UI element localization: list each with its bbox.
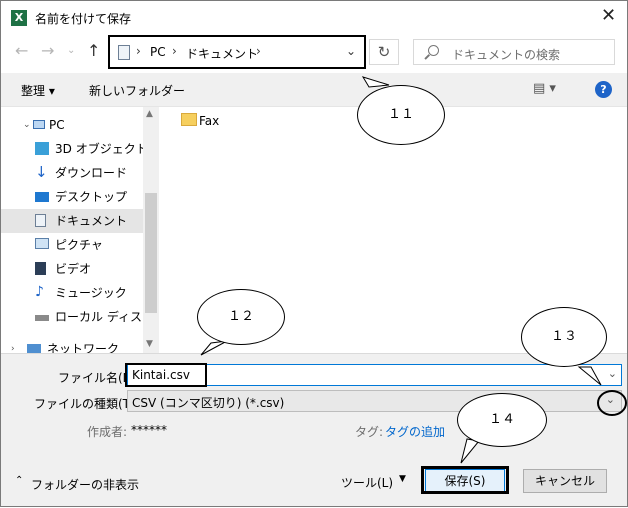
- callout-12: １２: [197, 289, 285, 345]
- forward-arrow-icon[interactable]: →: [41, 41, 54, 60]
- back-arrow-icon[interactable]: ←: [15, 41, 28, 60]
- nav-scrollbar[interactable]: ▲ ▼: [143, 107, 159, 353]
- video-icon: [35, 262, 46, 275]
- save-as-dialog: X 名前を付けて保存 ✕ ← → ⌄ ↑ › PC › ドキュメント › ⌄ ↻…: [0, 0, 628, 507]
- search-placeholder: ドキュメントの検索: [452, 48, 561, 62]
- tags-value[interactable]: タグの追加: [385, 423, 445, 440]
- chevron-right-icon: ›: [136, 44, 141, 58]
- nav-item-pictures[interactable]: ピクチャ: [1, 233, 143, 257]
- breadcrumb-documents[interactable]: ドキュメント: [186, 45, 258, 62]
- hide-folders-button[interactable]: フォルダーの非表示: [31, 476, 139, 493]
- expand-chevron-icon[interactable]: ⌄: [23, 113, 31, 137]
- title-bar: X 名前を付けて保存 ✕: [1, 1, 627, 35]
- tools-button[interactable]: ツール(L): [341, 474, 393, 491]
- callout-14: １４: [457, 393, 547, 447]
- save-highlight-box: [421, 466, 509, 494]
- breadcrumb-pc[interactable]: PC: [150, 45, 166, 59]
- chevron-down-icon[interactable]: ⌄: [606, 393, 615, 406]
- tools-dropdown-icon[interactable]: ▼: [399, 474, 406, 484]
- nav-item-music[interactable]: ♪ ミュージック: [1, 281, 143, 305]
- tags-label: タグ:: [355, 425, 384, 439]
- refresh-button[interactable]: ↻: [369, 39, 399, 65]
- desktop-icon: [35, 192, 49, 202]
- callout-13: １３: [521, 307, 607, 367]
- up-arrow-icon[interactable]: ↑: [87, 41, 100, 60]
- pictures-icon: [35, 238, 49, 249]
- view-options-icon[interactable]: ▤ ▾: [533, 81, 556, 96]
- filetype-label: ファイルの種類(T):: [34, 397, 139, 411]
- folder-icon: [181, 113, 197, 126]
- chevron-down-icon[interactable]: ⌄: [346, 44, 356, 58]
- filename-highlight-box: [125, 363, 207, 387]
- nav-item-documents[interactable]: ドキュメント: [1, 209, 143, 233]
- chevron-right-icon: ›: [256, 44, 261, 58]
- scroll-down-icon[interactable]: ▼: [146, 339, 153, 349]
- folder-item-fax[interactable]: Fax: [199, 114, 219, 128]
- search-input[interactable]: ドキュメントの検索: [413, 39, 615, 65]
- close-icon[interactable]: ✕: [601, 7, 616, 25]
- address-bar[interactable]: › PC › ドキュメント › ⌄: [108, 35, 366, 69]
- 3d-objects-icon: [35, 142, 49, 155]
- nav-item-downloads[interactable]: ↓ ダウンロード: [1, 161, 143, 185]
- filetype-select[interactable]: CSV (コンマ区切り) (*.csv) ⌄: [127, 390, 622, 412]
- cancel-button[interactable]: キャンセル: [523, 469, 607, 493]
- nav-item-local-disk[interactable]: ローカル ディスク (C: [1, 305, 143, 329]
- callout-11: １１: [357, 85, 445, 145]
- chevron-down-icon[interactable]: ⌄: [608, 367, 617, 380]
- author-label: 作成者:: [87, 425, 128, 439]
- command-bar: 整理 ▾ 新しいフォルダー ▤ ▾ ?: [1, 73, 627, 107]
- organize-button[interactable]: 整理 ▾: [21, 82, 55, 99]
- navigation-pane: ⌄ PC 3D オブジェクト ↓ ダウンロード デスクトップ ドキュメント ピク…: [1, 107, 161, 353]
- scroll-thumb[interactable]: [145, 193, 157, 313]
- disk-icon: [35, 315, 49, 321]
- recent-dropdown-icon[interactable]: ⌄: [67, 45, 75, 56]
- documents-icon: [118, 45, 130, 60]
- download-icon: ↓: [35, 163, 48, 181]
- scroll-up-icon[interactable]: ▲: [146, 109, 153, 119]
- nav-item-pc[interactable]: ⌄ PC: [1, 113, 143, 137]
- nav-item-desktop[interactable]: デスクトップ: [1, 185, 143, 209]
- search-icon: [428, 45, 439, 56]
- new-folder-button[interactable]: 新しいフォルダー: [89, 82, 185, 99]
- chevron-up-icon[interactable]: ⌃: [15, 475, 23, 486]
- author-value[interactable]: ******: [131, 423, 167, 437]
- nav-item-3d-objects[interactable]: 3D オブジェクト: [1, 137, 143, 161]
- network-icon: [27, 344, 41, 353]
- pc-icon: [33, 120, 45, 129]
- window-title: 名前を付けて保存: [35, 12, 132, 26]
- excel-icon: X: [11, 10, 27, 26]
- music-icon: ♪: [35, 284, 44, 300]
- nav-item-network[interactable]: › ネットワーク: [1, 337, 143, 353]
- chevron-right-icon: ›: [172, 44, 177, 58]
- nav-item-videos[interactable]: ビデオ: [1, 257, 143, 281]
- documents-icon: [35, 214, 46, 227]
- help-icon[interactable]: ?: [595, 81, 612, 98]
- expand-chevron-icon[interactable]: ›: [11, 337, 15, 353]
